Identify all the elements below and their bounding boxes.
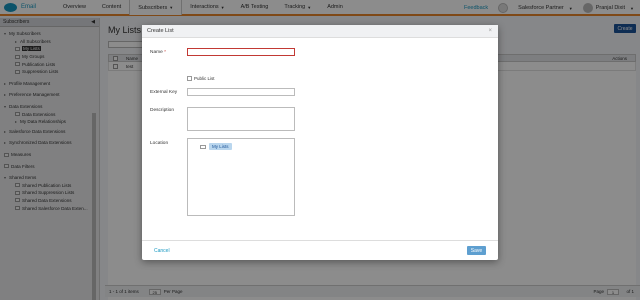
location-tree: My Lists bbox=[187, 138, 295, 216]
location-selected[interactable]: My Lists bbox=[209, 143, 232, 150]
location-label: Location bbox=[150, 141, 169, 146]
cancel-button[interactable]: Cancel bbox=[154, 248, 170, 254]
name-label: Name * bbox=[150, 50, 166, 55]
public-list-option[interactable]: Public List bbox=[187, 76, 215, 81]
dialog-title: Create List bbox=[147, 28, 174, 34]
dialog-header: Create List × bbox=[142, 25, 498, 38]
save-button[interactable]: Save bbox=[467, 246, 486, 255]
required-mark: * bbox=[164, 50, 167, 55]
name-input[interactable] bbox=[187, 48, 295, 56]
public-list-checkbox[interactable] bbox=[187, 76, 192, 81]
folder-icon bbox=[200, 144, 206, 149]
dialog-body: Name * Public List External Key Descript… bbox=[142, 38, 498, 240]
description-textarea[interactable] bbox=[187, 107, 295, 131]
description-label: Description bbox=[150, 108, 174, 113]
close-icon[interactable]: × bbox=[488, 28, 492, 34]
dialog-footer: Cancel Save bbox=[142, 240, 498, 260]
external-key-input[interactable] bbox=[187, 88, 295, 96]
external-key-label: External Key bbox=[150, 90, 178, 95]
location-item-my-lists[interactable]: My Lists bbox=[200, 143, 232, 150]
public-list-label: Public List bbox=[194, 76, 215, 81]
name-label-text: Name bbox=[150, 50, 163, 55]
create-list-dialog: Create List × Name * Public List Externa… bbox=[142, 25, 498, 260]
